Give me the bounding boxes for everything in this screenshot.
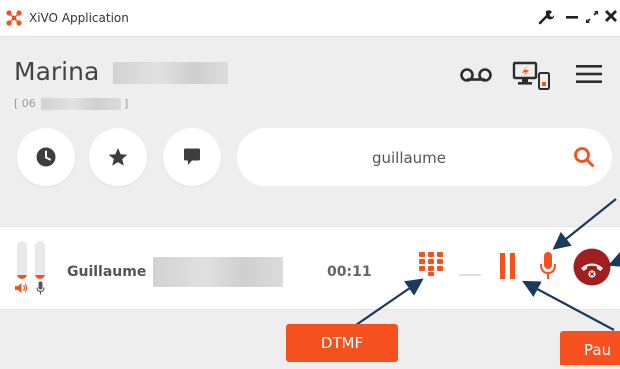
pause-annotation-label: Pau — [584, 341, 612, 359]
annotation-arrows — [355, 198, 620, 331]
mic-arrow — [552, 198, 617, 250]
dtmf-arrow — [355, 278, 424, 326]
pause-annotation: Pau — [560, 331, 620, 365]
dtmf-annotation: DTMF — [286, 324, 398, 362]
pause-arrow — [522, 280, 615, 331]
dtmf-annotation-label: DTMF — [320, 334, 364, 352]
hangup-arrow — [607, 250, 620, 268]
